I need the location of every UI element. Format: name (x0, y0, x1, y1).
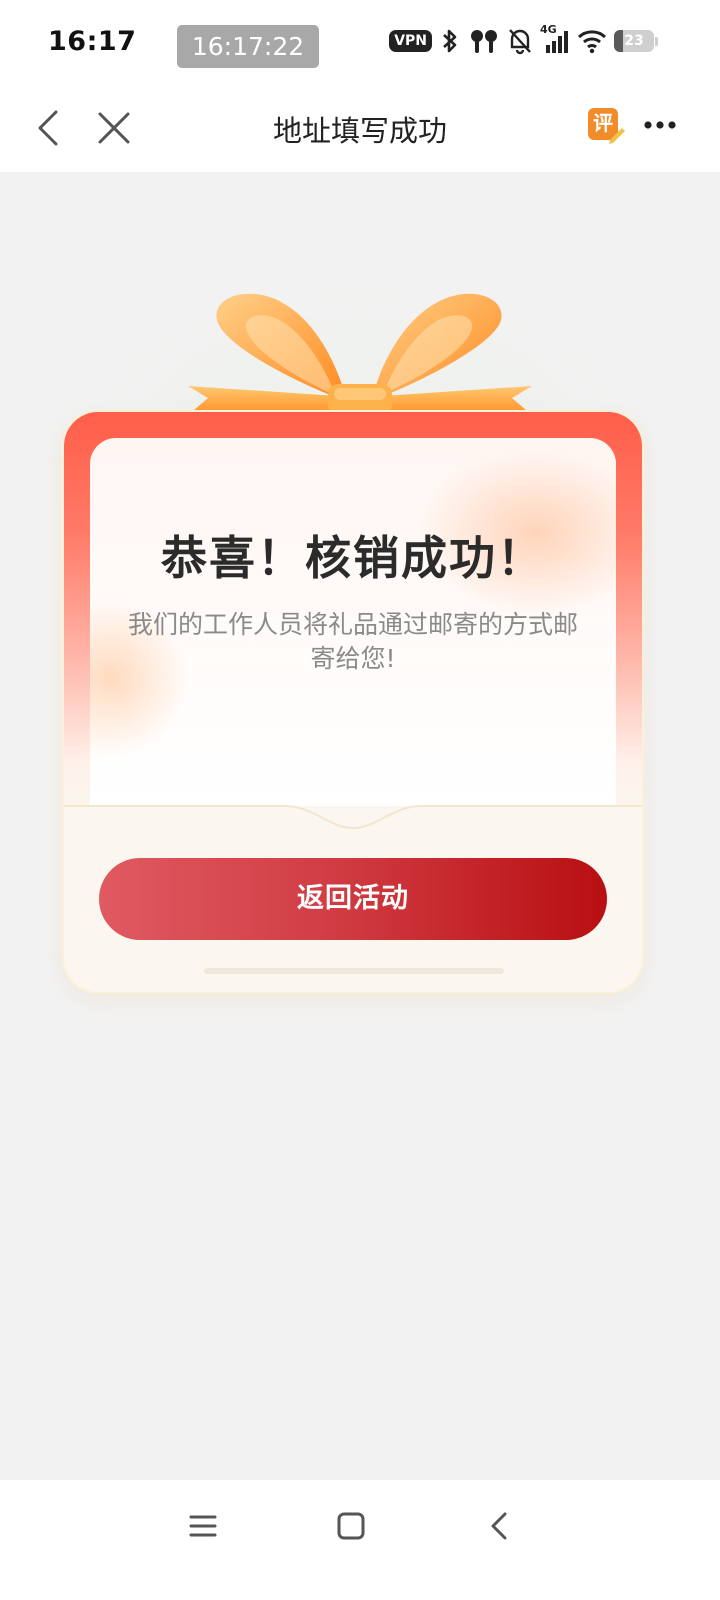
battery-level: 23 (624, 33, 644, 49)
home-icon[interactable] (331, 1506, 371, 1546)
return-to-activity-button[interactable]: 返回活动 (99, 858, 607, 940)
success-title: 恭喜！核销成功！ (161, 531, 545, 585)
system-navigation-bar (0, 1480, 720, 1600)
nav-bar: 地址填写成功 评 (0, 86, 720, 172)
wifi-icon (577, 30, 607, 54)
status-icons: VPN 4G 23 (389, 23, 658, 58)
back-icon[interactable] (479, 1506, 519, 1546)
clock-overlay: 16:17:22 (177, 25, 319, 68)
content-area: 恭喜！核销成功！ 我们的工作人员将礼品通过邮寄的方式邮寄给您! 返回活动 (0, 172, 720, 1512)
signal-icon: 4G (540, 23, 570, 55)
status-time: 16:17 (48, 26, 137, 57)
battery-tip (655, 36, 658, 46)
earbuds-icon (471, 30, 497, 53)
success-card: 恭喜！核销成功！ 我们的工作人员将礼品通过邮寄的方式邮寄给您! 返回活动 (64, 412, 642, 992)
menu-icon[interactable] (183, 1506, 223, 1546)
mute-bell-icon (509, 29, 531, 55)
status-bar: 16:17 16:17:22 VPN 4G 23 (0, 0, 720, 86)
review-badge-label: 评 (593, 111, 613, 135)
button-shadow (204, 968, 504, 974)
card-notch (64, 805, 642, 842)
review-button[interactable]: 评 (586, 106, 626, 146)
gift-bow-icon (188, 293, 532, 414)
vpn-icon: VPN (389, 30, 432, 52)
more-options-icon[interactable] (640, 110, 680, 140)
bluetooth-icon (443, 29, 457, 53)
success-message: 我们的工作人员将礼品通过邮寄的方式邮寄给您! (127, 610, 578, 673)
battery-icon: 23 (614, 30, 654, 52)
